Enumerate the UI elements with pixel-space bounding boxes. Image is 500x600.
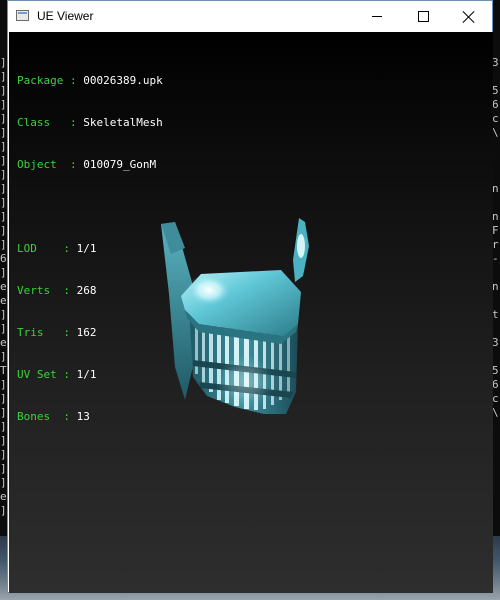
title-bar[interactable]: UE Viewer xyxy=(8,1,492,32)
maximize-icon xyxy=(417,11,429,22)
maximize-button[interactable] xyxy=(400,1,446,32)
close-button[interactable] xyxy=(446,1,492,32)
background-console-text-right: 3 5 6 c \ n n F r - n t 3 5 6 c \ xyxy=(492,56,499,419)
minimize-icon xyxy=(372,16,382,17)
window-title: UE Viewer xyxy=(37,9,94,23)
ue-viewer-window: UE Viewer Package : 00026389.upk Class :… xyxy=(7,0,493,593)
minimize-button[interactable] xyxy=(354,1,400,32)
close-icon xyxy=(463,11,475,23)
mesh-highlight xyxy=(187,274,231,306)
3d-viewport[interactable]: Package : 00026389.upk Class : SkeletalM… xyxy=(9,32,493,593)
app-icon[interactable] xyxy=(16,10,29,21)
skeletal-mesh-render xyxy=(161,218,309,414)
